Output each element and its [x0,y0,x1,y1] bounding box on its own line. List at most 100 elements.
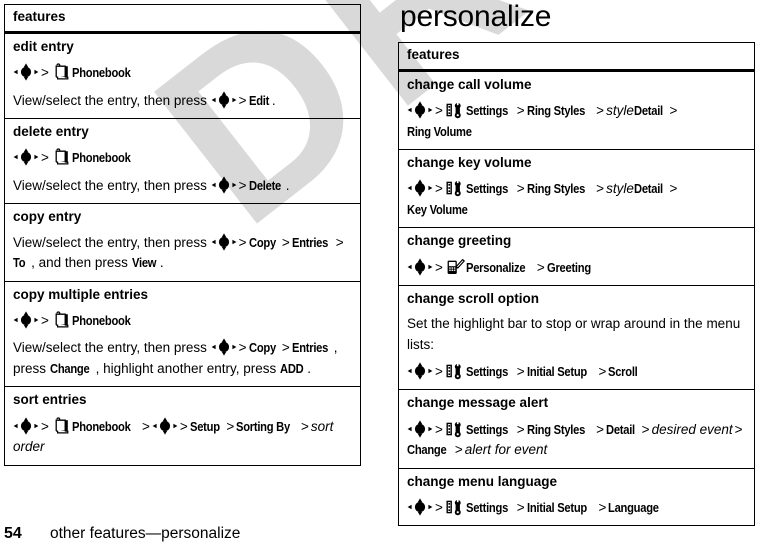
path-separator: > [41,312,49,328]
body-text: View/select the entry, then press [13,340,211,356]
feature-row: change greeting > Personalize > Greeting [398,227,755,286]
body-text: . [307,360,312,376]
feature-menu-path: > Settings > Ring Styles > styleDetail >Ring V… [407,101,746,142]
path-separator: > [598,363,607,379]
feature-description: Set the highlight bar to stop or wrap ar… [407,316,741,352]
feature-row: sort entries > Phonebook > > Setup > Sorting By… [4,386,361,466]
feature-row: change message alert > Settings > Ring Style… [398,389,755,469]
navigation-key-icon [13,311,39,329]
feature-menu-path: > Personalize > Greeting [407,257,746,279]
menu-item-token: Copy [248,340,276,356]
menu-item-token: Ring Styles [526,103,585,119]
menu-item-token: Language [608,499,660,515]
settings-tools-icon [446,420,465,438]
menu-item-token: Sorting By [236,418,291,434]
variable-token: style [606,181,634,197]
path-separator: > [301,418,309,434]
path-separator: > [596,421,605,437]
body-text: View/select the entry, then press [13,92,211,108]
phonebook-book-icon [52,311,71,329]
path-separator: > [141,418,150,434]
navigation-key-icon [211,338,237,356]
feature-instruction: View/select the entry, then press > Copy >… [13,338,352,379]
body-text: . [271,92,276,108]
navigation-key-icon [407,179,433,197]
path-separator: > [435,259,443,275]
feature-name: change message alert [407,395,549,411]
menu-item-token: Setup [189,418,220,434]
path-separator: > [516,103,525,119]
menu-item-token: Detail [633,181,663,197]
features-table-left: features edit entry > Phonebook View/select… [4,4,361,466]
feature-row: change call volume > Settings > Ring Styles >… [399,70,755,149]
body-text: . [159,255,164,271]
path-separator: > [281,234,290,250]
navigation-key-icon [13,63,39,81]
feature-row: edit entry > Phonebook View/select the entr… [5,32,361,118]
feature-name: change scroll option [407,291,540,307]
body-text: View/select the entry, then press [13,177,211,193]
feature-name: edit entry [13,38,74,54]
path-separator: > [516,363,525,379]
path-separator: > [435,499,443,515]
feature-instruction: View/select the entry, then press > Delet… [13,176,352,197]
menu-item-token: Edit [248,92,269,108]
menu-item-token: Phonebook [71,312,131,328]
menu-item-token: Ring Volume [407,123,472,139]
feature-name: delete entry [13,124,89,140]
menu-item-token: Initial Setup [526,363,587,379]
feature-menu-path: > Phonebook [13,63,352,84]
feature-instruction: View/select the entry, then press > Copy >… [13,232,352,274]
feature-menu-path: > Settings > Initial Setup > Language [407,498,746,519]
path-separator: > [435,363,443,379]
navigation-key-icon [407,419,433,438]
navigation-key-icon [13,148,39,166]
menu-item-token: Change [407,442,447,458]
menu-item-token: Entries [291,340,328,356]
navigation-key-icon [13,417,39,435]
feature-row: change menu language > Settings > Initial Se… [398,467,755,526]
navigation-key-icon [211,176,237,194]
path-separator: > [238,234,247,250]
path-separator: > [596,103,605,119]
menu-item-token: Phonebook [71,418,131,434]
body-text: , and then press [27,255,132,271]
menu-item-token: Detail [606,421,635,437]
feature-row: copy multiple entries > Phonebook View/sele… [4,280,361,387]
table-header-row: features [398,42,755,72]
page-title: personalize [400,0,552,33]
body-text: , highlight another entry, press [95,360,280,376]
menu-item-token: To [13,255,26,271]
navigation-key-icon [152,417,178,435]
settings-tools-icon [446,362,465,380]
feature-name: sort entries [13,392,87,408]
path-separator: > [238,340,247,356]
path-separator: > [596,181,605,197]
settings-tools-icon [446,101,465,119]
path-separator: > [536,259,545,275]
path-separator: > [516,499,525,515]
feature-instruction: View/select the entry, then press > Edit. [13,91,352,112]
path-separator: > [516,181,525,197]
path-separator: > [516,421,525,437]
menu-item-token: Change [49,360,90,376]
path-separator: > [41,150,49,166]
variable-token: desired event [651,421,733,437]
path-separator: > [734,421,743,437]
menu-item-token: Key Volume [407,201,468,217]
settings-tools-icon [446,498,465,516]
table-header-row: features [4,4,361,34]
menu-item-token: ADD [280,360,304,376]
feature-menu-path: > Settings > Initial Setup > Scroll [407,362,746,383]
page-content: features edit entry > Phonebook View/select… [0,0,759,549]
feature-name: change menu language [407,473,558,489]
menu-item-token: Settings [465,181,508,197]
menu-item-token: Settings [465,103,508,119]
menu-item-token: Greeting [546,259,591,275]
navigation-key-icon [407,362,433,380]
menu-item-token: Delete [248,177,281,193]
menu-item-token: Personalize [465,259,526,275]
feature-name: change call volume [407,76,532,92]
path-separator: > [454,442,463,458]
feature-name: copy multiple entries [13,286,149,302]
